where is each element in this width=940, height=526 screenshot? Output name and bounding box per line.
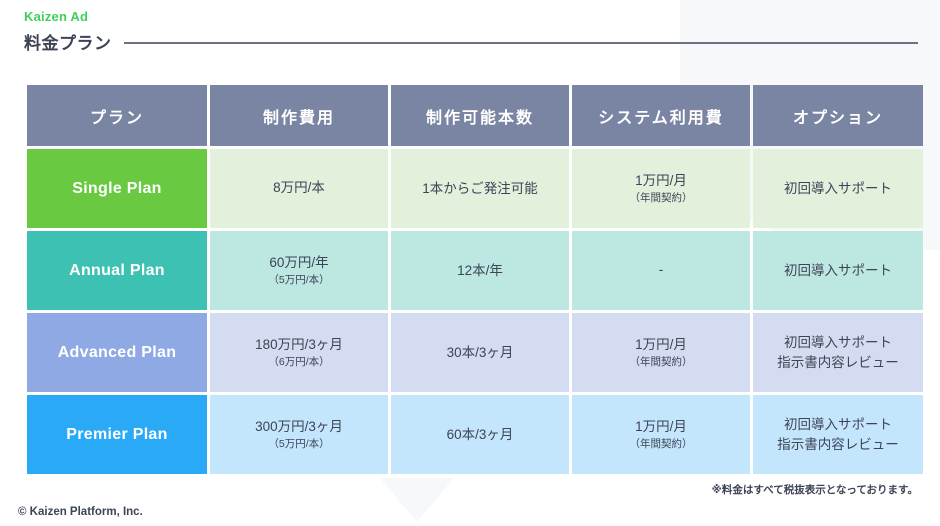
plan-name-single: Single Plan — [27, 149, 207, 228]
system-value: 1万円/月 — [635, 336, 687, 352]
plan-name-annual: Annual Plan — [27, 231, 207, 310]
cell-count-single: 1本からご発注可能 — [391, 149, 569, 228]
plan-name-advanced: Advanced Plan — [27, 313, 207, 392]
cost-value: 180万円/3ヶ月 — [255, 336, 343, 352]
cell-cost-premier: 300万円/3ヶ月 （5万円/本） — [210, 395, 388, 474]
cell-system-premier: 1万円/月 （年間契約） — [572, 395, 750, 474]
table-row: Annual Plan 60万円/年 （5万円/本） 12本/年 - 初回導入サ… — [27, 231, 923, 310]
title-row: 料金プラン — [24, 29, 918, 54]
option-line-1: 初回導入サポート — [784, 334, 892, 350]
cell-cost-annual: 60万円/年 （5万円/本） — [210, 231, 388, 310]
table-header: プラン 制作費用 制作可能本数 システム利用費 オプション — [27, 85, 923, 146]
page-title: 料金プラン — [24, 34, 112, 53]
column-header-cost: 制作費用 — [210, 85, 388, 146]
cell-cost-advanced: 180万円/3ヶ月 （6万円/本） — [210, 313, 388, 392]
cell-option-premier: 初回導入サポート 指示書内容レビュー — [753, 395, 923, 474]
column-header-system: システム利用費 — [572, 85, 750, 146]
cost-value: 8万円/本 — [273, 180, 325, 196]
cost-sub: （5万円/本） — [268, 438, 330, 451]
table-row: Advanced Plan 180万円/3ヶ月 （6万円/本） 30本/3ヶ月 … — [27, 313, 923, 392]
cell-count-advanced: 30本/3ヶ月 — [391, 313, 569, 392]
cell-system-advanced: 1万円/月 （年間契約） — [572, 313, 750, 392]
column-header-option: オプション — [753, 85, 923, 146]
slide-header: Kaizen Ad 料金プラン — [24, 8, 918, 54]
cost-sub: （5万円/本） — [268, 274, 330, 287]
cell-count-annual: 12本/年 — [391, 231, 569, 310]
decorative-triangle — [380, 478, 454, 522]
cell-option-single: 初回導入サポート — [753, 149, 923, 228]
system-value: - — [658, 262, 664, 278]
table-header-row: プラン 制作費用 制作可能本数 システム利用費 オプション — [27, 85, 923, 146]
title-divider — [123, 41, 918, 44]
cost-value: 60万円/年 — [269, 254, 329, 270]
option-line-2: 指示書内容レビュー — [777, 436, 899, 452]
cell-count-premier: 60本/3ヶ月 — [391, 395, 569, 474]
system-sub: （年間契約） — [629, 192, 693, 205]
brand-label: Kaizen Ad — [24, 9, 89, 24]
table-row: Single Plan 8万円/本 1本からご発注可能 1万円/月 （年間契約）… — [27, 149, 923, 228]
system-value: 1万円/月 — [635, 418, 687, 434]
cell-option-annual: 初回導入サポート — [753, 231, 923, 310]
system-sub: （年間契約） — [629, 438, 693, 451]
system-value: 1万円/月 — [635, 172, 687, 188]
option-line-1: 初回導入サポート — [784, 180, 892, 196]
pricing-table: プラン 制作費用 制作可能本数 システム利用費 オプション Single Pla… — [24, 82, 926, 477]
copyright-footer: © Kaizen Platform, Inc. — [18, 506, 143, 518]
table-row: Premier Plan 300万円/3ヶ月 （5万円/本） 60本/3ヶ月 1… — [27, 395, 923, 474]
tax-footnote: ※料金はすべて税抜表示となっております。 — [711, 484, 918, 496]
option-line-2: 指示書内容レビュー — [777, 354, 899, 370]
option-line-1: 初回導入サポート — [784, 262, 892, 278]
option-line-1: 初回導入サポート — [784, 416, 892, 432]
system-sub: （年間契約） — [629, 356, 693, 369]
column-header-plan: プラン — [27, 85, 207, 146]
cost-value: 300万円/3ヶ月 — [255, 418, 343, 434]
cell-system-annual: - — [572, 231, 750, 310]
cell-cost-single: 8万円/本 — [210, 149, 388, 228]
plan-name-premier: Premier Plan — [27, 395, 207, 474]
cell-system-single: 1万円/月 （年間契約） — [572, 149, 750, 228]
cost-sub: （6万円/本） — [268, 356, 330, 369]
cell-option-advanced: 初回導入サポート 指示書内容レビュー — [753, 313, 923, 392]
column-header-count: 制作可能本数 — [391, 85, 569, 146]
table-body: Single Plan 8万円/本 1本からご発注可能 1万円/月 （年間契約）… — [27, 149, 923, 474]
